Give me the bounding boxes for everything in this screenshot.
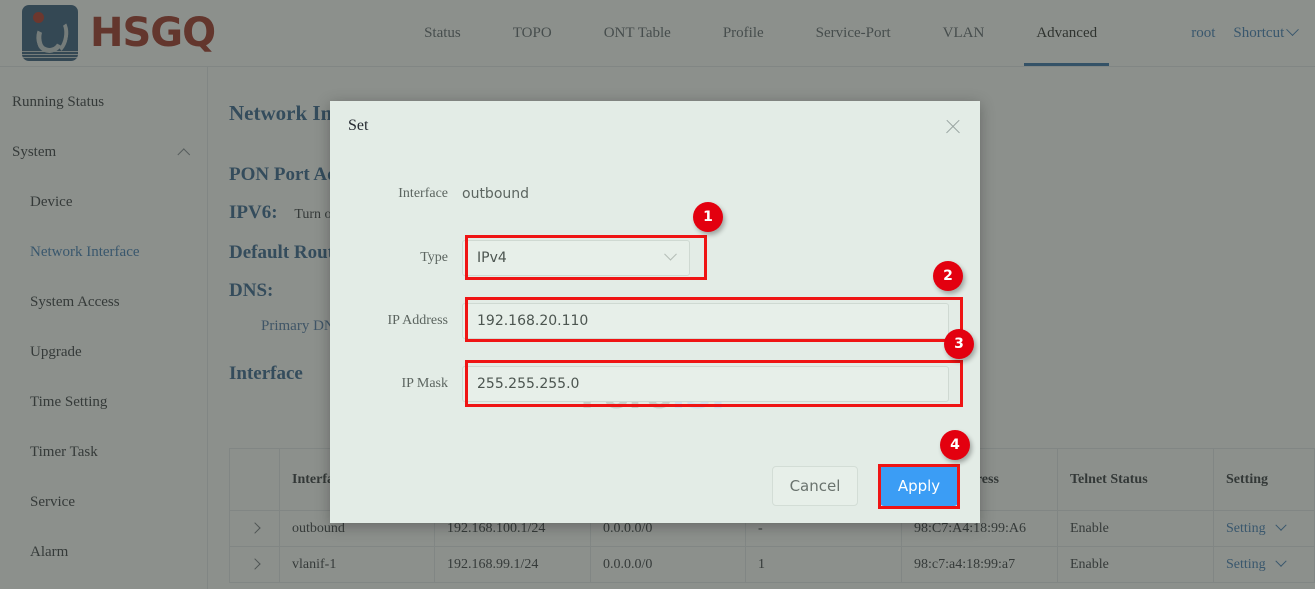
ip-mask-label: IP Mask [330,376,462,392]
interface-label: Interface [330,186,462,202]
annotation-badge-3: 3 [944,329,974,359]
annotation-box-type [465,235,707,280]
type-label: Type [330,250,462,266]
annotation-badge-1: 1 [693,202,723,232]
dialog-title: Set [348,117,368,135]
interface-row: Interface outbound [330,186,980,202]
interface-value: outbound [462,186,529,202]
annotation-box-apply [878,464,960,509]
ip-address-label: IP Address [330,313,462,329]
app-root: HSGQ Status TOPO ONT Table Profile Servi… [0,0,1315,589]
cancel-button[interactable]: Cancel [772,466,858,506]
annotation-box-ip-address [465,297,963,342]
annotation-badge-2: 2 [933,261,963,291]
annotation-badge-4: 4 [940,430,970,460]
annotation-box-ip-mask [465,360,963,407]
close-icon[interactable] [942,116,964,138]
